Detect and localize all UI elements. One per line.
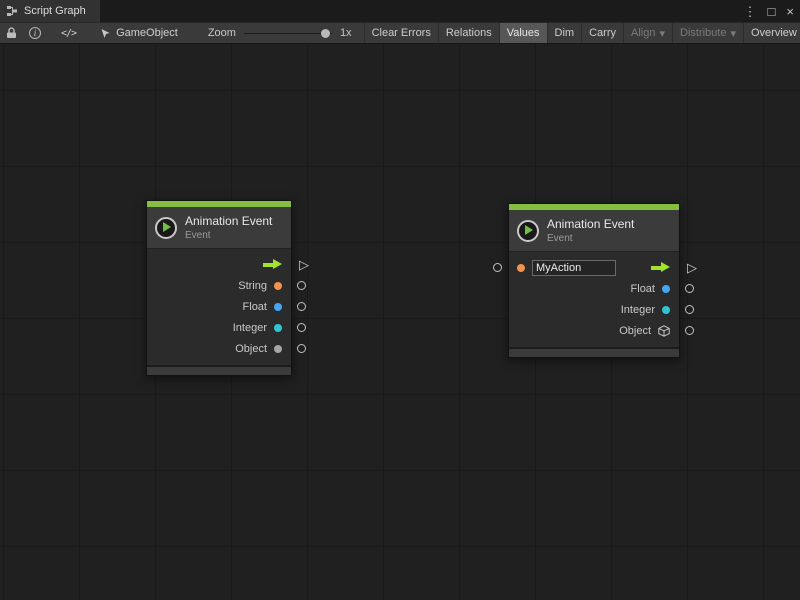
flow-output-port[interactable]: ▷ xyxy=(299,258,309,271)
object-type-dot xyxy=(274,345,282,353)
info-icon[interactable]: i xyxy=(23,23,47,43)
string-output-port[interactable] xyxy=(297,281,306,290)
port-label: Float xyxy=(243,301,267,313)
gameobject-icon xyxy=(100,28,111,39)
script-graph-icon xyxy=(6,5,18,17)
node-footer xyxy=(509,347,679,357)
float-type-dot xyxy=(274,303,282,311)
float-output-port[interactable] xyxy=(297,302,306,311)
cube-icon xyxy=(658,325,670,337)
integer-output-port[interactable] xyxy=(297,323,306,332)
node-header: Animation Event Event xyxy=(509,210,679,252)
zoom-slider[interactable] xyxy=(244,28,332,39)
event-play-icon xyxy=(517,220,539,242)
flow-arrow-icon xyxy=(651,262,670,273)
zoom-label: Zoom xyxy=(208,27,236,39)
float-type-dot xyxy=(662,285,670,293)
values-button[interactable]: Values xyxy=(499,23,547,43)
overview-button[interactable]: Overview xyxy=(743,23,800,43)
port-row-object: Object xyxy=(509,320,679,341)
node-header: Animation Event Event xyxy=(147,207,291,249)
port-row-float: Float xyxy=(147,296,291,317)
code-preview-icon[interactable]: </> xyxy=(55,23,82,43)
chevron-down-icon: ▾ xyxy=(659,27,665,40)
port-row-object: Object xyxy=(147,338,291,359)
close-icon[interactable]: × xyxy=(786,5,794,18)
dim-button[interactable]: Dim xyxy=(547,23,582,43)
port-label: Object xyxy=(235,343,267,355)
object-output-port[interactable] xyxy=(297,344,306,353)
action-input-port[interactable] xyxy=(493,263,502,272)
flow-output-row: ▷ xyxy=(147,254,291,275)
menu-icon[interactable]: ⋮ xyxy=(744,5,757,18)
window-titlebar: Script Graph ⋮ □ × xyxy=(0,0,800,22)
lock-icon[interactable] xyxy=(0,23,23,43)
node-animation-event-2[interactable]: Animation Event Event ▷ Float Integer xyxy=(508,203,680,358)
string-type-dot xyxy=(274,282,282,290)
node-body: ▷ String Float Integer Object xyxy=(147,249,291,365)
port-label: String xyxy=(238,280,267,292)
flow-output-port[interactable]: ▷ xyxy=(687,261,697,274)
node-title: Animation Event xyxy=(547,217,634,231)
maximize-icon[interactable]: □ xyxy=(768,5,776,18)
clear-errors-button[interactable]: Clear Errors xyxy=(364,23,438,43)
string-type-dot xyxy=(517,264,525,272)
port-label: Float xyxy=(631,283,655,295)
port-row-integer: Integer xyxy=(147,317,291,338)
carry-button[interactable]: Carry xyxy=(581,23,623,43)
distribute-button: Distribute▾ xyxy=(672,23,743,43)
tab-title: Script Graph xyxy=(24,5,86,17)
integer-type-dot xyxy=(662,306,670,314)
node-body: ▷ Float Integer Object xyxy=(509,252,679,347)
node-subtitle: Event xyxy=(547,233,634,244)
event-play-icon xyxy=(155,217,177,239)
relations-button[interactable]: Relations xyxy=(438,23,499,43)
port-label: Object xyxy=(619,325,651,337)
port-row-float: Float xyxy=(509,278,679,299)
node-subtitle: Event xyxy=(185,230,272,241)
gameobject-label: GameObject xyxy=(116,27,178,39)
node-title: Animation Event xyxy=(185,214,272,228)
action-input-row: ▷ xyxy=(509,257,679,278)
graph-canvas[interactable]: Animation Event Event ▷ String Float Int… xyxy=(0,44,800,600)
tab-script-graph[interactable]: Script Graph xyxy=(0,0,100,22)
port-row-string: String xyxy=(147,275,291,296)
object-output-port[interactable] xyxy=(685,326,694,335)
gameobject-reference[interactable]: GameObject xyxy=(100,27,178,39)
flow-arrow-icon xyxy=(263,259,282,270)
graph-toolbar: i </> GameObject Zoom 1x Clear Errors Re… xyxy=(0,22,800,44)
chevron-down-icon: ▾ xyxy=(730,27,736,40)
zoom-slider-track[interactable] xyxy=(244,33,332,35)
float-output-port[interactable] xyxy=(685,284,694,293)
node-animation-event-1[interactable]: Animation Event Event ▷ String Float Int… xyxy=(146,200,292,376)
integer-type-dot xyxy=(274,324,282,332)
port-row-integer: Integer xyxy=(509,299,679,320)
zoom-slider-thumb[interactable] xyxy=(321,29,330,38)
zoom-value: 1x xyxy=(340,27,352,39)
node-footer xyxy=(147,365,291,375)
port-label: Integer xyxy=(621,304,655,316)
align-button: Align▾ xyxy=(623,23,672,43)
action-name-input[interactable] xyxy=(532,260,616,276)
port-label: Integer xyxy=(233,322,267,334)
integer-output-port[interactable] xyxy=(685,305,694,314)
